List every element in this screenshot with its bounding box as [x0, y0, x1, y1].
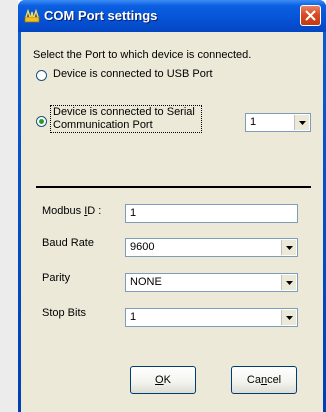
serial-port-label-line1: Device is connected to Serial	[53, 106, 195, 118]
usb-port-radio[interactable]	[36, 70, 47, 81]
chevron-down-icon	[286, 246, 293, 250]
port-number-value: 1	[250, 116, 257, 128]
baud-rate-label: Baud Rate	[42, 237, 94, 249]
ok-button[interactable]: OK	[130, 366, 196, 394]
chevron-down-icon	[286, 281, 293, 285]
stop-bits-value: 1	[130, 311, 137, 323]
background-strip	[0, 0, 18, 412]
window-title: COM Port settings	[44, 8, 158, 23]
dialog-window: COM Port settings Select the Port to whi…	[18, 0, 326, 412]
modbus-id-input[interactable]: 1	[125, 204, 298, 223]
parity-value: NONE	[130, 276, 162, 288]
baud-rate-select[interactable]: 9600	[125, 238, 298, 257]
usb-port-label: Device is connected to USB Port	[53, 68, 213, 80]
stop-bits-select[interactable]: 1	[125, 308, 298, 327]
close-icon	[305, 10, 316, 21]
title-bar[interactable]: COM Port settings	[18, 0, 326, 32]
serial-port-radio[interactable]	[36, 116, 47, 127]
section-divider	[36, 186, 311, 188]
modbus-id-label: Modbus ID :	[42, 205, 102, 217]
port-selection-heading: Select the Port to which device is conne…	[33, 49, 252, 61]
parity-dropdown-button[interactable]	[281, 275, 296, 290]
stop-bits-dropdown-button[interactable]	[281, 310, 296, 325]
chevron-down-icon	[286, 316, 293, 320]
port-number-dropdown-button[interactable]	[294, 115, 309, 130]
modbus-id-value: 1	[130, 207, 137, 219]
dialog-client-area: Select the Port to which device is conne…	[21, 32, 323, 412]
port-number-select[interactable]: 1	[245, 113, 311, 132]
parity-select[interactable]: NONE	[125, 273, 298, 292]
baud-rate-value: 9600	[130, 241, 155, 253]
stop-bits-label: Stop Bits	[42, 307, 87, 319]
chevron-down-icon	[299, 121, 306, 125]
parity-label: Parity	[42, 272, 71, 284]
close-button[interactable]	[300, 5, 321, 26]
radio-selected-dot	[39, 119, 44, 124]
app-icon	[24, 8, 40, 24]
baud-rate-dropdown-button[interactable]	[281, 240, 296, 255]
cancel-button[interactable]: Cancel	[231, 366, 297, 394]
serial-port-label-line2: Communication Port	[53, 119, 153, 131]
